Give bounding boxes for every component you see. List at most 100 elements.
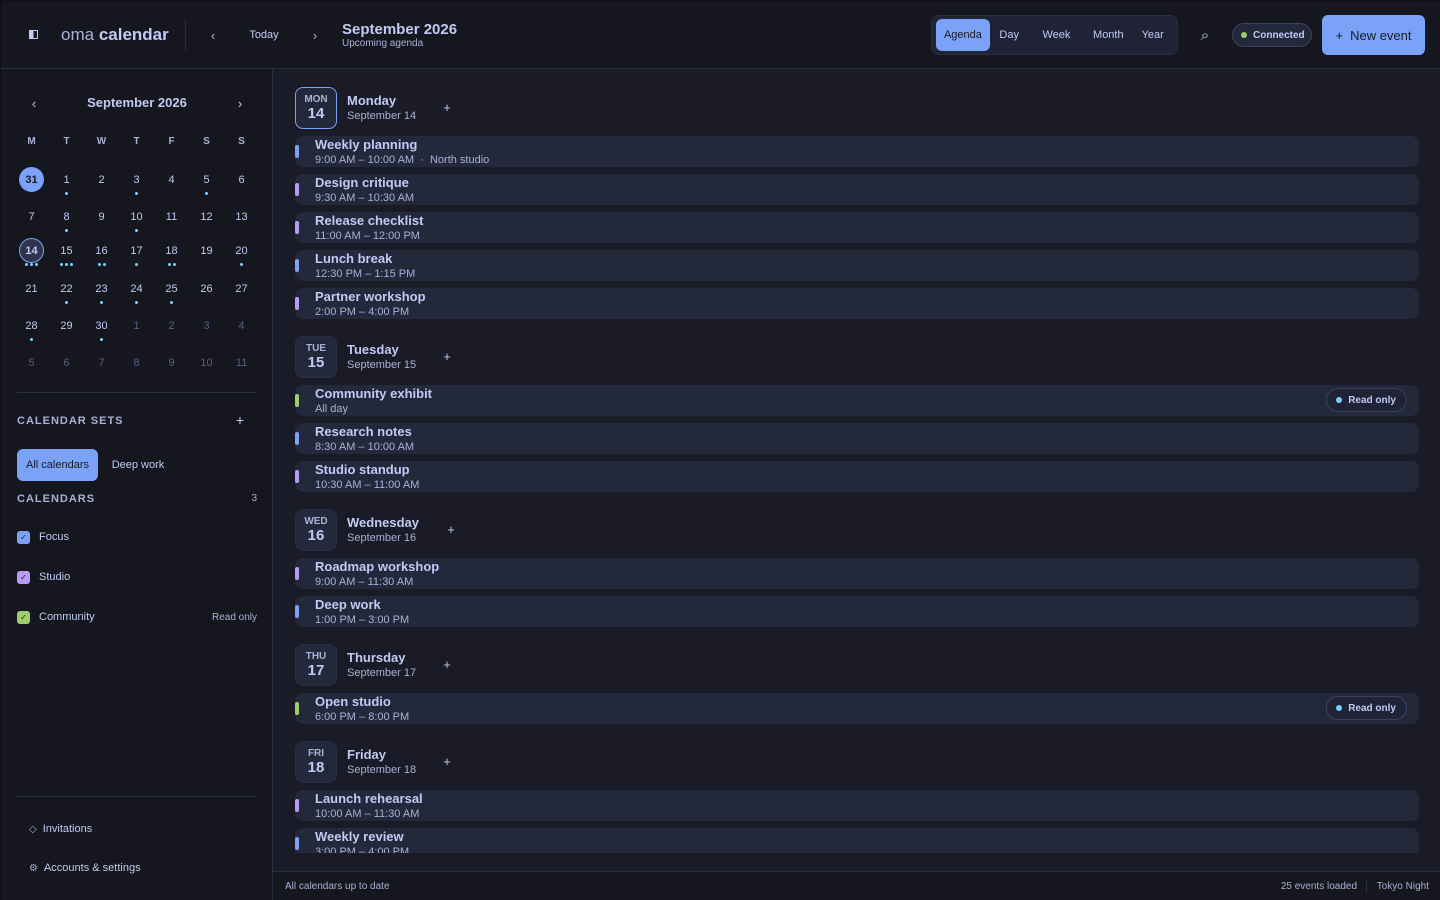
mini-calendar-day[interactable]: 17 [119,238,154,274]
event-card[interactable]: Research notes 8:30 AM – 10:00 AM [295,423,1419,454]
mini-calendar-day[interactable]: 2 [84,167,119,203]
checkbox-checked-icon[interactable]: ✓ [17,530,30,544]
event-card[interactable]: Lunch break 12:30 PM – 1:15 PM [295,250,1419,281]
event-title: Lunch break [315,251,393,266]
mini-calendar-day[interactable]: 23 [84,276,119,312]
mini-calendar-day[interactable]: 28 [14,313,49,349]
event-card[interactable]: Deep work 1:00 PM – 3:00 PM [295,596,1419,627]
mini-calendar-day[interactable]: 2 [154,313,189,349]
weekday-label: F [168,136,175,147]
view-tab-week[interactable]: Week [1029,19,1085,51]
day-number: 11 [235,356,248,369]
next-period-button[interactable]: › [305,23,325,47]
event-card[interactable]: Weekly planning 9:00 AM – 10:00 AM · Nort… [295,136,1419,167]
today-button[interactable]: Today [241,23,287,47]
view-tab-day[interactable]: Day [990,19,1029,51]
mini-calendar-day[interactable]: 7 [84,350,119,386]
calendar-item-studio[interactable]: ✓ Studio [17,567,257,587]
mini-calendar-day[interactable]: 26 [189,276,224,312]
mini-calendar-day[interactable]: 5 [14,350,49,386]
event-dot-icon [102,263,106,266]
sidebar: ‹ September 2026 › M T W T F S S 31 1 2 3 4 5 6 7 8 9 10 1… [1,69,273,900]
agenda-list[interactable]: MON 14 Monday September 14 + Weekly planning 9… [273,69,1440,853]
event-dot-icon [65,229,68,232]
mini-calendar-day[interactable]: 16 [84,238,119,274]
calendar-color-bar [295,432,299,445]
search-icon[interactable]: ⌕ [1195,25,1215,45]
mini-calendar-day[interactable]: 4 [224,313,259,349]
event-card[interactable]: Roadmap workshop 9:00 AM – 11:30 AM [295,558,1419,589]
sidebar-toggle-icon[interactable] [23,24,43,44]
event-card[interactable]: Studio standup 10:30 AM – 11:00 AM [295,461,1419,492]
event-time-range: 11:00 AM – 12:00 PM [315,230,420,242]
mini-calendar-day[interactable]: 22 [49,276,84,312]
mini-calendar-day[interactable]: 20 [224,238,259,274]
day-abbreviation: TUE [306,343,326,354]
mini-calendar-day[interactable]: 9 [154,350,189,386]
event-time: 12:30 PM – 1:15 PM [315,268,415,280]
mini-calendar-day[interactable]: 4 [154,167,189,203]
mini-calendar-day[interactable]: 8 [119,350,154,386]
checkbox-checked-icon[interactable]: ✓ [17,610,30,624]
mini-calendar-day[interactable]: 29 [49,313,84,349]
separator: · [414,154,430,166]
mini-calendar-day[interactable]: 18 [154,238,189,274]
mini-calendar-day[interactable]: 19 [189,238,224,274]
event-card[interactable]: Open studio 6:00 PM – 8:00 PM Read only [295,693,1419,724]
mini-calendar-day[interactable]: 27 [224,276,259,312]
view-tab-agenda[interactable]: Agenda [936,19,990,51]
view-tab-year[interactable]: Year [1132,19,1173,51]
day-number: 14 [19,238,44,263]
add-event-to-day-button[interactable]: + [439,656,455,672]
calendar-set-all[interactable]: All calendars [17,449,98,481]
accounts-settings-label: Accounts & settings [43,862,141,874]
add-event-to-day-button[interactable]: + [439,348,455,364]
checkbox-checked-icon[interactable]: ✓ [17,570,30,584]
event-card[interactable]: Partner workshop 2:00 PM – 4:00 PM [295,288,1419,319]
mini-calendar-day[interactable]: 15 [49,238,84,274]
mini-calendar-day[interactable]: 11 [224,350,259,386]
mini-calendar-day[interactable]: 9 [84,204,119,240]
new-event-button[interactable]: + New event [1322,15,1425,55]
mini-calendar-day[interactable]: 25 [154,276,189,312]
accounts-settings-link[interactable]: ⚙ Accounts & settings [29,858,141,878]
view-tab-month[interactable]: Month [1084,19,1132,51]
mini-calendar-day[interactable]: 6 [49,350,84,386]
event-card[interactable]: Release checklist 11:00 AM – 12:00 PM [295,212,1419,243]
mini-calendar-day[interactable]: 13 [224,204,259,240]
mini-calendar-day[interactable]: 31 [14,167,49,203]
event-card[interactable]: Design critique 9:30 AM – 10:30 AM [295,174,1419,205]
add-event-to-day-button[interactable]: + [439,753,455,769]
add-event-to-day-button[interactable]: + [439,99,455,115]
mini-calendar-day[interactable]: 14 [14,238,49,274]
mini-calendar-day[interactable]: 10 [119,204,154,240]
event-card[interactable]: Weekly review 3:00 PM – 4:00 PM [295,828,1419,853]
invitations-link[interactable]: ◇ Invitations [29,819,92,839]
mini-calendar-next-button[interactable]: › [230,93,250,113]
mini-calendar-day[interactable]: 1 [49,167,84,203]
mini-calendar-day[interactable]: 30 [84,313,119,349]
mini-calendar-day[interactable]: 21 [14,276,49,312]
mini-calendar-day[interactable]: 12 [189,204,224,240]
calendar-item-focus[interactable]: ✓ Focus [17,527,257,547]
event-card[interactable]: Community exhibit All day Read only [295,385,1419,416]
calendar-set-deep-work[interactable]: Deep work [103,449,173,481]
mini-calendar-day[interactable]: 6 [224,167,259,203]
mini-calendar-day[interactable]: 8 [49,204,84,240]
mini-calendar-day[interactable]: 10 [189,350,224,386]
mini-calendar-day[interactable]: 7 [14,204,49,240]
mini-calendar-day[interactable]: 3 [119,167,154,203]
previous-period-button[interactable]: ‹ [203,23,223,47]
mini-calendar-day[interactable]: 24 [119,276,154,312]
mini-calendar-day[interactable]: 3 [189,313,224,349]
header-divider [185,20,186,50]
calendar-item-community[interactable]: ✓ Community Read only [17,607,257,627]
mini-calendar-day[interactable]: 11 [154,204,189,240]
event-card[interactable]: Launch rehearsal 10:00 AM – 11:30 AM [295,790,1419,821]
event-dots [167,263,176,267]
add-event-to-day-button[interactable]: + [443,521,459,537]
calendar-name: Focus [39,531,69,543]
add-calendar-set-button[interactable]: + [231,411,249,429]
mini-calendar-day[interactable]: 1 [119,313,154,349]
mini-calendar-day[interactable]: 5 [189,167,224,203]
